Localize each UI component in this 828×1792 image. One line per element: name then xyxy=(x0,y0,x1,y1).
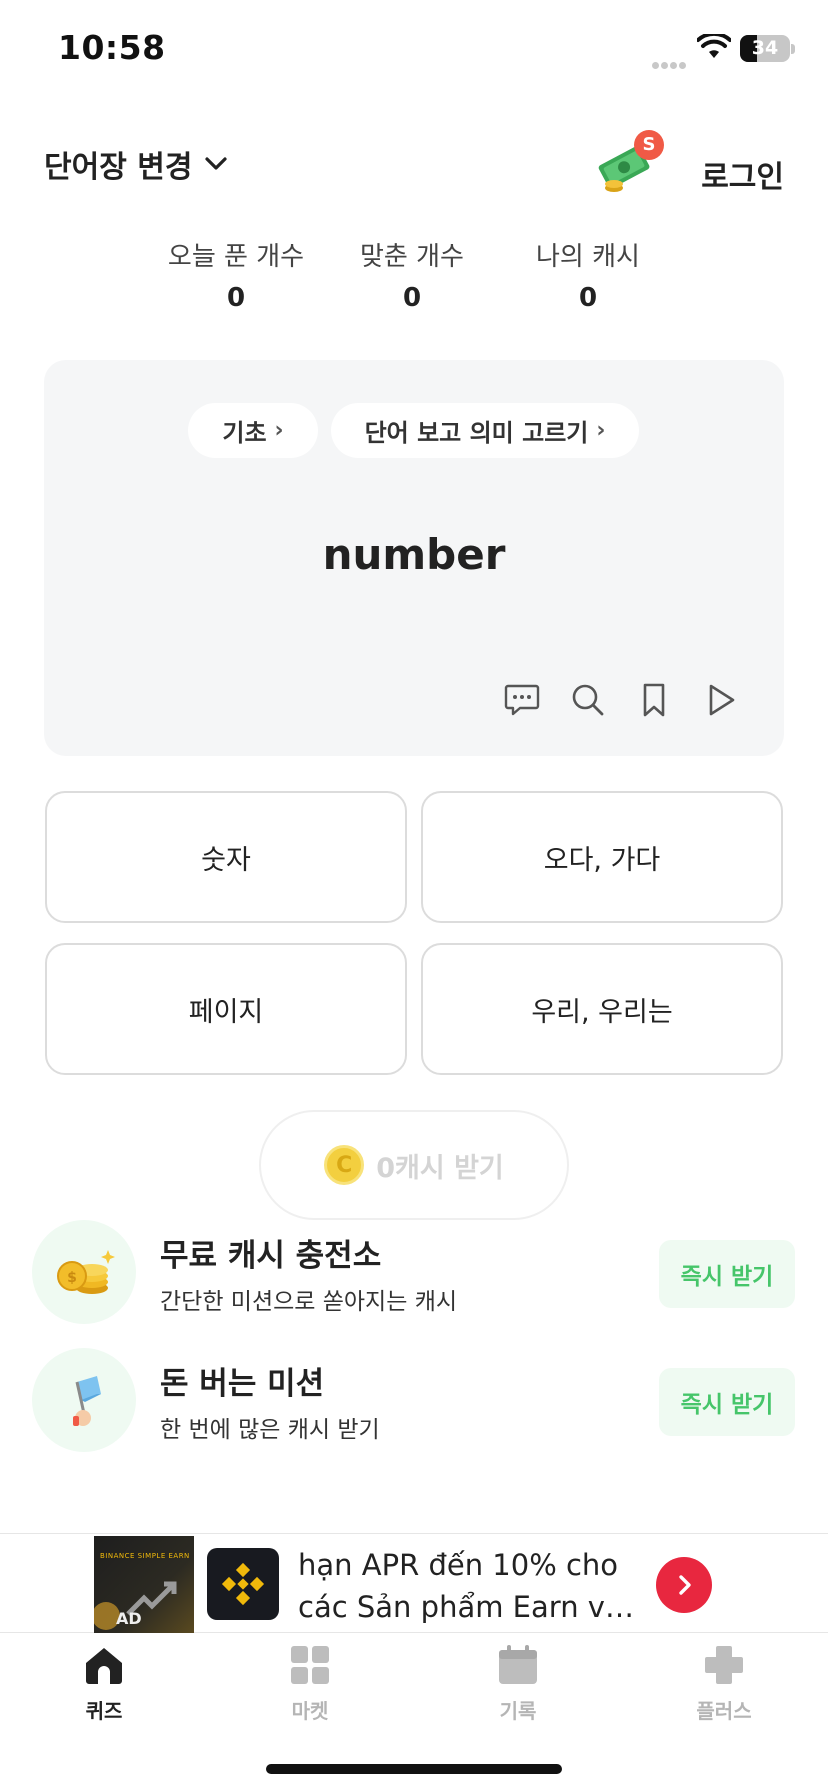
app-screen: 10:58 34 단어장 변경 S 로그인 오늘 푼 개수 0 맞춘 개수 0 … xyxy=(0,0,828,1792)
ad-tag: AD xyxy=(116,1609,142,1628)
ad-banner[interactable]: BINANCE SIMPLE EARN AD hạn APR đến 10% c xyxy=(0,1533,828,1634)
comment-icon[interactable] xyxy=(502,680,542,720)
chevron-down-icon xyxy=(205,157,228,170)
ad-thumbnail: BINANCE SIMPLE EARN AD xyxy=(94,1536,194,1634)
binance-logo-icon xyxy=(207,1548,279,1620)
stat-value: 0 xyxy=(226,283,246,313)
level-chip-label: 기초 xyxy=(222,419,267,447)
quiz-word: number xyxy=(322,530,506,579)
tab-label: 퀴즈 xyxy=(85,1699,123,1723)
tab-label: 플러스 xyxy=(696,1699,752,1723)
flag-icon xyxy=(32,1348,136,1452)
claim-cash-button[interactable]: C 0캐시 받기 xyxy=(259,1110,569,1220)
home-indicator xyxy=(266,1764,562,1774)
quiz-card: 기초 › 단어 보고 의미 고르기 › number xyxy=(44,360,784,756)
stat-label: 나의 캐시 xyxy=(536,242,640,272)
stat-my-cash: 나의 캐시 0 xyxy=(488,236,688,313)
grid-icon xyxy=(291,1646,329,1684)
promo-title: 돈 버는 미션 xyxy=(160,1366,325,1402)
ad-line-1: hạn APR đến 10% cho xyxy=(298,1548,619,1582)
stat-value: 0 xyxy=(578,283,598,313)
claim-cash-label: 0캐시 받기 xyxy=(376,1152,504,1184)
promo-subtitle: 간단한 미션으로 쏟아지는 캐시 xyxy=(160,1289,458,1315)
coin-icon: C xyxy=(324,1145,365,1185)
ad-open-button[interactable] xyxy=(656,1557,712,1613)
wifi-icon xyxy=(697,34,731,58)
answer-option-3[interactable]: 페이지 xyxy=(45,943,407,1075)
promo-title: 무료 캐시 충전소 xyxy=(160,1238,382,1274)
chevron-right-icon xyxy=(679,1575,691,1595)
answer-option-2[interactable]: 오다, 가다 xyxy=(421,791,783,923)
status-bar: 10:58 34 xyxy=(0,0,828,100)
chevron-right-icon: › xyxy=(596,418,606,443)
level-chip[interactable]: 기초 › xyxy=(188,403,318,458)
promo-money-mission: 돈 버는 미션 한 번에 많은 캐시 받기 즉시 받기 xyxy=(0,1348,828,1458)
tab-label: 마켓 xyxy=(291,1699,329,1723)
cellular-signal-icon xyxy=(652,54,690,69)
search-icon[interactable] xyxy=(568,680,608,720)
mode-chip-label: 단어 보고 의미 고르기 xyxy=(364,419,589,447)
status-time: 10:58 xyxy=(58,28,166,67)
stat-label: 맞춘 개수 xyxy=(360,242,464,272)
stats-row: 오늘 푼 개수 0 맞춘 개수 0 나의 캐시 0 xyxy=(0,236,828,316)
tab-history[interactable]: 기록 xyxy=(458,1643,578,1724)
ad-line-2: các Sản phẩm Earn vớ… xyxy=(298,1590,650,1624)
home-icon xyxy=(86,1648,122,1684)
coins-icon: $ xyxy=(32,1220,136,1324)
battery-icon: 34 xyxy=(740,35,790,62)
plus-icon xyxy=(705,1646,743,1684)
tab-quiz[interactable]: 퀴즈 xyxy=(44,1643,164,1724)
tab-plus[interactable]: 플러스 xyxy=(664,1643,784,1724)
battery-cap xyxy=(791,44,795,54)
stat-correct-count: 맞춘 개수 0 xyxy=(312,236,512,313)
chevron-right-icon: › xyxy=(274,418,284,443)
cash-badge: S xyxy=(634,130,664,160)
stat-label: 오늘 푼 개수 xyxy=(167,242,305,272)
play-icon[interactable] xyxy=(700,680,740,720)
claim-now-button[interactable]: 즉시 받기 xyxy=(659,1368,795,1436)
answer-option-1[interactable]: 숫자 xyxy=(45,791,407,923)
claim-now-button[interactable]: 즉시 받기 xyxy=(659,1240,795,1308)
svg-text:$: $ xyxy=(67,1270,77,1286)
login-button[interactable]: 로그인 xyxy=(701,152,784,196)
header: 단어장 변경 S 로그인 xyxy=(0,130,828,210)
calendar-icon xyxy=(499,1645,537,1684)
answer-option-4[interactable]: 우리, 우리는 xyxy=(421,943,783,1075)
wordbook-switch-button[interactable]: 단어장 변경 xyxy=(44,142,230,186)
promo-free-cash: $ 무료 캐시 충전소 간단한 미션으로 쏟아지는 캐시 즉시 받기 xyxy=(0,1220,828,1330)
promo-subtitle: 한 번에 많은 캐시 받기 xyxy=(160,1417,380,1443)
cash-reward-button[interactable]: S xyxy=(594,130,664,192)
battery-percent: 34 xyxy=(751,37,779,59)
bottom-tab-bar: 퀴즈 마켓 기록 플러스 xyxy=(0,1633,828,1733)
chart-arrow-icon xyxy=(94,1581,177,1630)
stat-value: 0 xyxy=(402,283,422,313)
stat-solved-today: 오늘 푼 개수 0 xyxy=(136,236,336,313)
wordbook-switch-label: 단어장 변경 xyxy=(44,150,193,185)
mode-chip[interactable]: 단어 보고 의미 고르기 › xyxy=(331,403,639,458)
tab-label: 기록 xyxy=(499,1699,537,1723)
tab-market[interactable]: 마켓 xyxy=(250,1643,370,1724)
ad-text: hạn APR đến 10% cho các Sản phẩm Earn vớ… xyxy=(298,1544,650,1628)
bookmark-icon[interactable] xyxy=(634,680,674,720)
